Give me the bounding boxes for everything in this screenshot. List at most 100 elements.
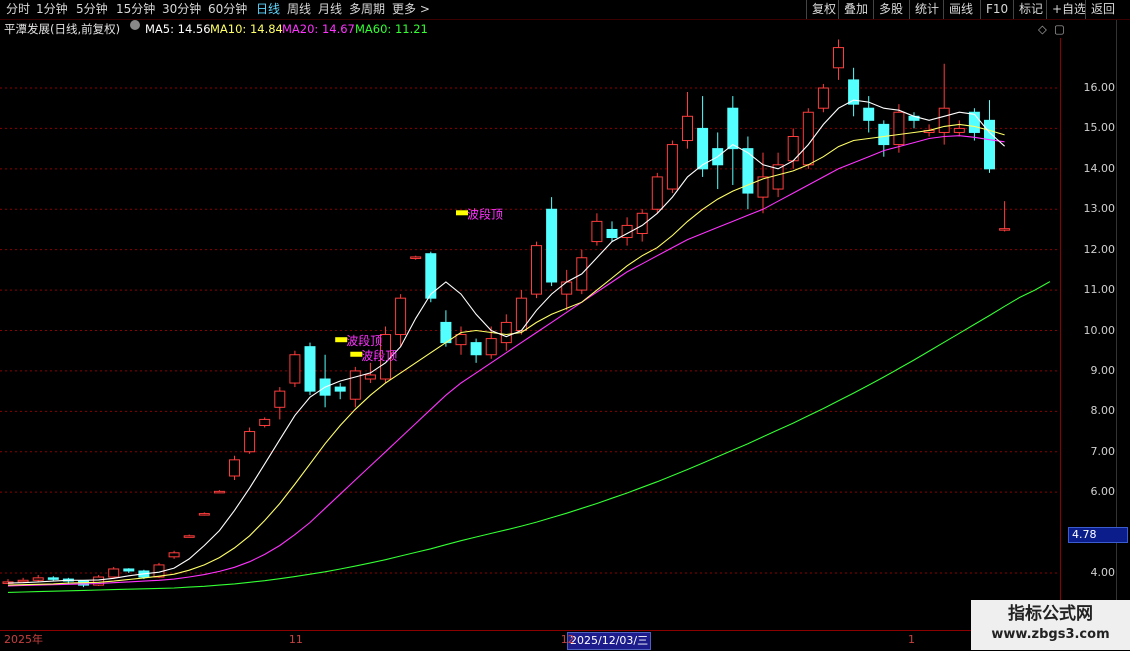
- statistics-button[interactable]: 统计: [909, 0, 944, 19]
- price-tick-label: 14.00: [1083, 161, 1116, 175]
- candle-body: [833, 47, 844, 69]
- candle: [984, 100, 995, 173]
- period-tab[interactable]: 多周期: [349, 1, 385, 17]
- candle: [531, 241, 542, 299]
- candle: [606, 221, 618, 242]
- price-tick-label: 4.00: [1090, 566, 1116, 579]
- date-tick-label: 1: [908, 633, 915, 646]
- multi-stock-button[interactable]: 多股: [873, 0, 908, 19]
- candle: [395, 294, 407, 347]
- candle-body: [108, 568, 120, 578]
- price-tick-label: 6.00: [1090, 485, 1116, 499]
- candle: [334, 383, 346, 400]
- candle-body: [244, 431, 256, 453]
- period-tab[interactable]: 30分钟: [162, 1, 201, 17]
- candle-body: [817, 87, 829, 109]
- candle-body: [591, 220, 603, 243]
- candle-body: [349, 370, 361, 400]
- ma10-line: [7, 123, 1005, 586]
- candle-body: [878, 123, 890, 146]
- candle-body: [183, 535, 195, 538]
- adjust-button[interactable]: 复权: [806, 0, 841, 19]
- period-tab[interactable]: 分时: [6, 1, 30, 17]
- window-toggle-icon[interactable]: ▢: [1054, 20, 1065, 38]
- candle-body: [938, 107, 950, 133]
- draw-line-button[interactable]: 画线: [943, 0, 978, 19]
- candle-body: [259, 418, 271, 426]
- candle: [848, 67, 860, 117]
- candle: [817, 83, 829, 113]
- candle: [591, 213, 603, 246]
- period-tab[interactable]: 周线: [287, 1, 311, 17]
- date-tick-label: 12: [560, 633, 575, 646]
- period-tab[interactable]: 60分钟: [208, 1, 247, 17]
- period-tab[interactable]: 1分钟: [36, 1, 68, 17]
- candle: [666, 140, 678, 194]
- candle-body: [531, 245, 542, 295]
- candle: [455, 326, 467, 355]
- date-tick-label: 11: [288, 633, 303, 646]
- candle: [319, 354, 331, 408]
- candle: [213, 490, 225, 494]
- candle: [244, 427, 256, 454]
- back-button[interactable]: 返回: [1085, 0, 1120, 19]
- watermark-title: 指标公式网: [1008, 604, 1093, 624]
- candle-body: [455, 334, 467, 346]
- candle: [802, 108, 814, 169]
- signal-label: 波段顶: [361, 348, 397, 363]
- candle: [833, 39, 844, 80]
- candle-body: [561, 281, 573, 295]
- candle-body: [999, 228, 1011, 231]
- candle-body: [289, 354, 301, 384]
- candle-body: [546, 208, 558, 283]
- price-tick-label: 7.00: [1090, 444, 1116, 458]
- period-tab[interactable]: 5分钟: [76, 1, 108, 17]
- diamond-icon[interactable]: ◇: [1038, 20, 1047, 38]
- candle-body: [168, 552, 180, 558]
- period-tab[interactable]: 日线: [256, 1, 280, 17]
- more-periods-button[interactable]: 更多 >: [392, 1, 430, 17]
- candle-body: [32, 577, 44, 581]
- ma10-label: MA10: 14.84: [210, 22, 283, 36]
- signal-label: 波段顶: [346, 333, 382, 348]
- candle: [108, 566, 120, 578]
- candle: [561, 269, 573, 311]
- period-tab[interactable]: 月线: [318, 1, 342, 17]
- candle-body: [666, 144, 678, 190]
- f10-button[interactable]: F10: [980, 0, 1013, 19]
- candle-body: [123, 568, 135, 572]
- candle: [289, 350, 301, 388]
- candle: [651, 172, 663, 214]
- candle: [938, 63, 950, 145]
- candle-body: [682, 115, 693, 142]
- candlestick-chart[interactable]: 波段顶波段顶波段顶: [0, 38, 1060, 630]
- date-tick-label: 2025年: [4, 633, 43, 646]
- date-cursor-label: 2025/12/03/三: [567, 632, 652, 650]
- mark-button[interactable]: 标记: [1013, 0, 1048, 19]
- price-tick-label: 16.00: [1083, 81, 1116, 94]
- overlay-button[interactable]: 叠加: [838, 0, 873, 19]
- period-toolbar: 分时 1分钟 5分钟 15分钟 30分钟 60分钟 日线 周线 月线 多周期 更…: [0, 0, 1130, 20]
- period-tab[interactable]: 15分钟: [116, 1, 155, 17]
- candle-body: [500, 321, 512, 344]
- watermark-logo: 指标公式网 www.zbgs3.com: [971, 600, 1130, 650]
- candle: [546, 197, 558, 287]
- candle-body: [17, 579, 29, 583]
- price-tick-label: 10.00: [1083, 323, 1116, 337]
- candle-body: [395, 297, 407, 336]
- ma60-line: [7, 281, 1051, 593]
- price-tick-label: 8.00: [1090, 404, 1116, 418]
- candle-body: [802, 111, 814, 166]
- candle: [168, 550, 180, 559]
- indicator-info-bar: 平潭发展(日线,前复权) MA5: 14.56 MA10: 14.84 MA20…: [0, 20, 1070, 38]
- candle: [304, 342, 316, 396]
- candle: [410, 255, 422, 260]
- ma60-label: MA60: 11.21: [355, 22, 428, 36]
- candle-body: [364, 374, 376, 380]
- price-tick-label: 11.00: [1083, 283, 1116, 297]
- candle: [123, 568, 135, 573]
- candle-body: [213, 490, 225, 494]
- ma5-label: MA5: 14.56: [145, 22, 211, 36]
- candle: [485, 326, 497, 359]
- candle-body: [198, 513, 210, 516]
